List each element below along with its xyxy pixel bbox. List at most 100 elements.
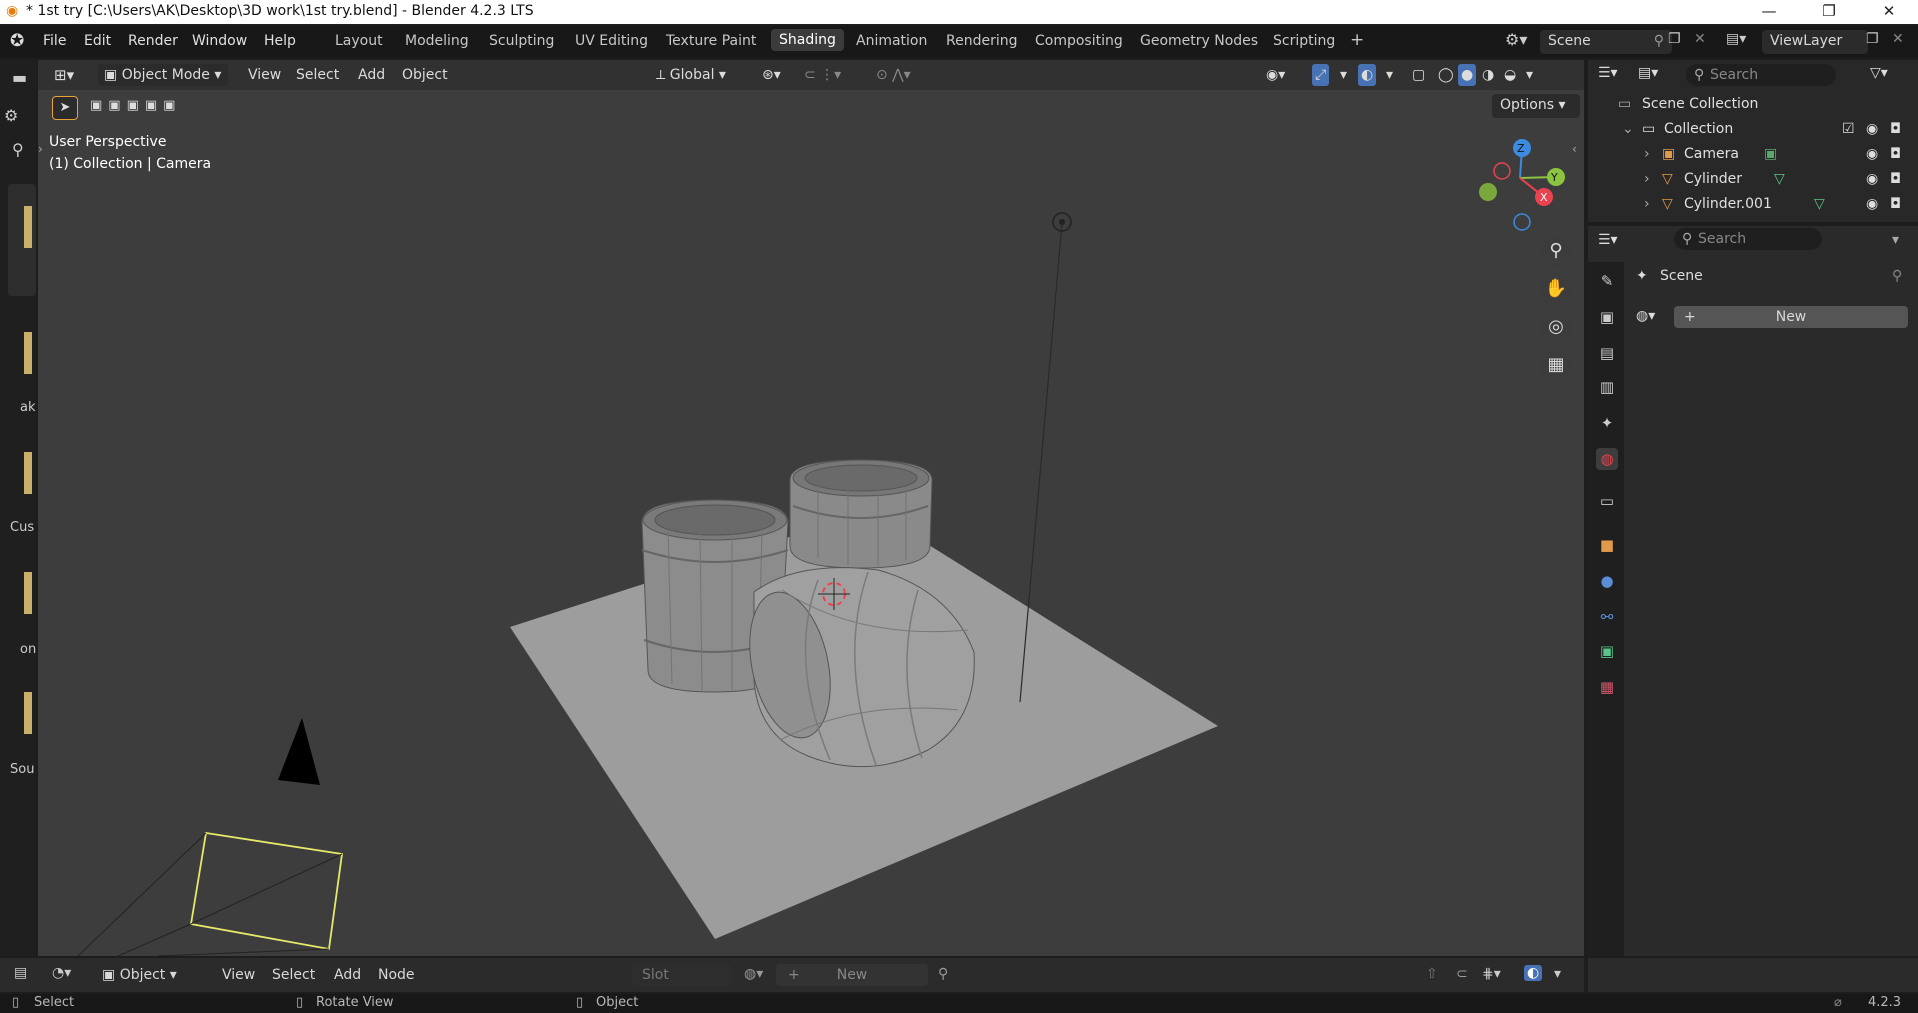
camera-view-icon[interactable]: ◎ bbox=[1540, 312, 1572, 344]
menu-help[interactable]: Help bbox=[264, 33, 296, 49]
outliner-row-camera[interactable]: › ▣ Camera ▣ ◉ ◘ bbox=[1588, 142, 1918, 167]
xray-icon[interactable]: ▢ bbox=[1412, 64, 1425, 86]
view-layer-browse-icon[interactable]: ▤▾ bbox=[1726, 31, 1746, 47]
new-view-layer-icon[interactable]: ❐ bbox=[1866, 31, 1879, 47]
camera-object[interactable] bbox=[77, 718, 344, 956]
shading-dropdown-icon[interactable]: ▾ bbox=[1526, 64, 1533, 86]
node-menu-add[interactable]: Add bbox=[334, 967, 361, 983]
tab-layout[interactable]: Layout bbox=[335, 33, 383, 49]
menu-view[interactable]: View bbox=[248, 64, 281, 86]
add-workspace-icon[interactable]: + bbox=[1350, 30, 1364, 50]
menu-edit[interactable]: Edit bbox=[84, 33, 111, 49]
node-menu-view[interactable]: View bbox=[222, 967, 255, 983]
editor-type-icon[interactable]: ⊞▾ bbox=[54, 64, 74, 86]
overlay-toggle-icon[interactable]: ◐ bbox=[1358, 64, 1377, 86]
data-tab-icon[interactable]: ▣ bbox=[1596, 640, 1618, 662]
properties-options-icon[interactable]: ▾ bbox=[1892, 232, 1899, 248]
outliner-row-cylinder-001[interactable]: › ▽ Cylinder.001 ▽ ◉ ◘ bbox=[1588, 192, 1918, 217]
toolbar-toggle-icon[interactable]: › bbox=[38, 142, 43, 156]
parent-node-tree-icon[interactable]: ⇧ bbox=[1426, 966, 1438, 982]
file-thumbnail[interactable] bbox=[24, 692, 32, 734]
outliner-type-icon[interactable]: ☰▾ bbox=[1598, 65, 1618, 81]
menu-render[interactable]: Render bbox=[128, 33, 178, 49]
node-editor-type-icon[interactable]: ◔▾ bbox=[52, 965, 71, 981]
outliner-search-input[interactable]: ⚲ Search bbox=[1686, 64, 1836, 86]
tab-texture-paint[interactable]: Texture Paint bbox=[666, 33, 756, 49]
constraints-tab-icon[interactable]: ⚯ bbox=[1596, 606, 1618, 628]
outliner-row-collection[interactable]: ⌄ ▭ Collection ☑ ◉ ◘ bbox=[1588, 117, 1918, 142]
blender-menu-icon[interactable]: ✪ bbox=[10, 31, 24, 51]
texture-tab-icon[interactable]: ▦ bbox=[1596, 676, 1618, 698]
display-mode-icon[interactable]: ▤▾ bbox=[1638, 65, 1658, 81]
delete-view-layer-icon[interactable]: ✕ bbox=[1892, 31, 1904, 47]
file-thumbnail[interactable] bbox=[24, 572, 32, 614]
node-menu-select[interactable]: Select bbox=[272, 967, 315, 983]
view-layer-tab-icon[interactable]: ▥ bbox=[1596, 376, 1618, 398]
overlay-dropdown-icon[interactable]: ▾ bbox=[1386, 64, 1393, 86]
outliner-row-cylinder[interactable]: › ▽ Cylinder ▽ ◉ ◘ bbox=[1588, 167, 1918, 192]
solid-shading-icon[interactable]: ● bbox=[1458, 64, 1477, 86]
expand-icon[interactable]: › bbox=[1644, 167, 1650, 192]
render-camera-icon[interactable]: ◘ bbox=[1890, 117, 1901, 142]
transform-orientation-dropdown[interactable]: ⟂ Global ▾ bbox=[656, 64, 752, 86]
menu-object[interactable]: Object bbox=[402, 64, 448, 86]
view-layer-selector[interactable]: ViewLayer bbox=[1762, 30, 1868, 54]
snap-element-icon[interactable]: ⋕▾ bbox=[1482, 966, 1501, 982]
world-tab-icon[interactable]: ◍ bbox=[1596, 448, 1618, 470]
minimize-button[interactable]: — bbox=[1746, 0, 1792, 24]
proportional-edit-icon[interactable]: ⊙ ⋀▾ bbox=[876, 64, 911, 86]
close-window-button[interactable]: ✕ bbox=[1866, 0, 1912, 24]
world-browse-icon[interactable]: ◍▾ bbox=[1636, 308, 1655, 324]
scene-selector[interactable]: Scene ⚲ bbox=[1540, 30, 1672, 54]
grid-projection-icon[interactable]: ▦ bbox=[1540, 350, 1572, 382]
tab-rendering[interactable]: Rendering bbox=[946, 33, 1018, 49]
snap-icon[interactable]: ⊂ ⋮▾ bbox=[804, 64, 841, 86]
collection-tab-icon[interactable]: ▭ bbox=[1596, 490, 1618, 512]
eye-icon[interactable]: ◉ bbox=[1866, 192, 1878, 217]
3d-viewport[interactable]: Z Y X User Perspective (1) Collection | … bbox=[38, 60, 1584, 956]
gizmo-dropdown-icon[interactable]: ▾ bbox=[1340, 64, 1347, 86]
menu-window[interactable]: Window bbox=[192, 33, 247, 49]
folder-icon[interactable]: ▬ bbox=[12, 68, 27, 87]
pin-icon[interactable]: ⚲ bbox=[1892, 268, 1902, 284]
tab-animation[interactable]: Animation bbox=[856, 33, 927, 49]
new-material-button[interactable]: + New bbox=[776, 964, 928, 986]
eye-icon[interactable]: ◉ bbox=[1866, 167, 1878, 192]
pin-icon[interactable]: ⚲ bbox=[1654, 33, 1664, 49]
physics-tab-icon[interactable]: ● bbox=[1596, 570, 1618, 592]
pan-hand-icon[interactable]: ✋ bbox=[1540, 274, 1572, 306]
overlay-toggle-icon[interactable]: ◐ bbox=[1524, 965, 1543, 981]
properties-type-icon[interactable]: ☰▾ bbox=[1598, 232, 1618, 248]
restore-button[interactable]: ❐ bbox=[1806, 0, 1852, 24]
file-thumbnail[interactable] bbox=[8, 184, 36, 296]
new-scene-icon[interactable]: ❐ bbox=[1668, 31, 1681, 47]
tab-compositing[interactable]: Compositing bbox=[1035, 33, 1123, 49]
output-tab-icon[interactable]: ▤ bbox=[1596, 342, 1618, 364]
overlay-dropdown-icon[interactable]: ▾ bbox=[1554, 966, 1561, 982]
delete-scene-icon[interactable]: ✕ bbox=[1694, 31, 1706, 47]
tab-shading[interactable]: Shading bbox=[771, 29, 844, 51]
scene-browse-icon[interactable]: ⚙▾ bbox=[1505, 30, 1527, 49]
search-icon[interactable]: ⚲ bbox=[12, 140, 24, 159]
file-browser-toggle-icon[interactable]: ▤ bbox=[14, 965, 27, 981]
selection-mode-icons[interactable]: ▣▣▣▣▣ bbox=[90, 98, 202, 120]
visibility-icon[interactable]: ◉▾ bbox=[1266, 64, 1285, 86]
new-world-button[interactable]: + New bbox=[1674, 306, 1908, 328]
eye-icon[interactable]: ◉ bbox=[1866, 142, 1878, 167]
expand-icon[interactable]: › bbox=[1644, 192, 1650, 217]
options-dropdown[interactable]: Options ▾ bbox=[1492, 94, 1580, 118]
pivot-icon[interactable]: ⊛▾ bbox=[762, 64, 781, 86]
menu-file[interactable]: File bbox=[43, 33, 66, 49]
file-thumbnail[interactable] bbox=[24, 452, 32, 494]
eye-icon[interactable]: ◉ bbox=[1866, 117, 1878, 142]
tab-geometry-nodes[interactable]: Geometry Nodes bbox=[1140, 33, 1258, 49]
properties-search-input[interactable]: ⚲ Search bbox=[1674, 228, 1822, 250]
zoom-icon[interactable]: ⚲ bbox=[1540, 236, 1572, 268]
tool-tab-icon[interactable]: ✎ bbox=[1596, 270, 1618, 292]
render-camera-icon[interactable]: ◘ bbox=[1890, 192, 1901, 217]
menu-add[interactable]: Add bbox=[358, 64, 385, 86]
object-tab-icon[interactable]: ■ bbox=[1596, 534, 1618, 556]
material-browse-icon[interactable]: ◍▾ bbox=[744, 966, 763, 982]
pin-icon[interactable]: ⚲ bbox=[938, 966, 948, 982]
expand-icon[interactable]: ⌄ bbox=[1622, 117, 1634, 142]
